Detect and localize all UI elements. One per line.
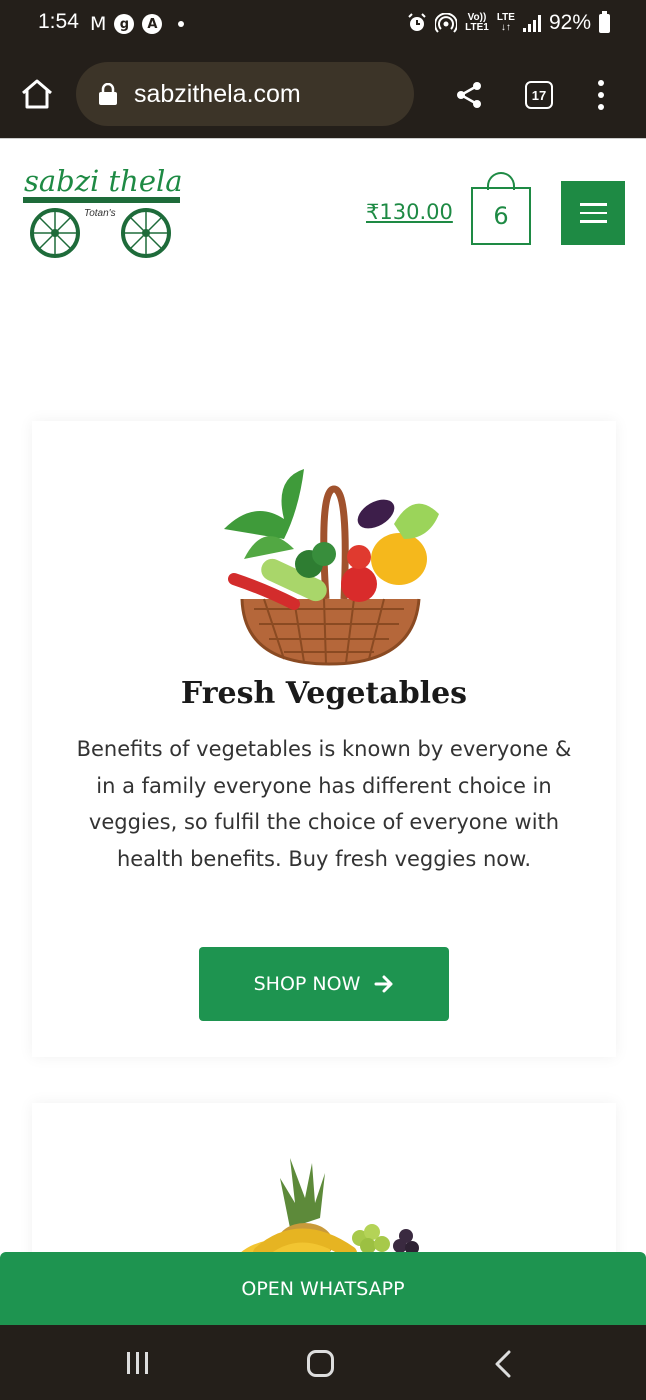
vegetable-basket-image: [224, 469, 439, 666]
more-options-icon[interactable]: [595, 80, 607, 110]
more-notifications-icon: [178, 21, 185, 27]
lte-indicator: LTE ↓↑: [496, 12, 515, 33]
cart-count: 6: [493, 202, 509, 230]
recent-apps-icon[interactable]: [127, 1352, 148, 1374]
hotspot-icon: [435, 13, 458, 33]
home-nav-icon[interactable]: [307, 1350, 334, 1377]
cart-button[interactable]: 6: [471, 187, 531, 245]
home-icon[interactable]: [20, 77, 54, 111]
card-description: Benefits of vegetables is known by every…: [76, 737, 572, 871]
sabzi-thela-logo[interactable]: sabzi thela Totan's: [20, 159, 185, 259]
tab-switcher-button[interactable]: 17: [525, 81, 553, 109]
arrow-right-icon: [374, 975, 393, 993]
svg-text:sabzi thela: sabzi thela: [24, 164, 183, 198]
shop-now-button[interactable]: SHOP NOW: [199, 947, 449, 1021]
status-time: 1:54: [38, 10, 79, 33]
notification-icons: M g A: [90, 13, 185, 35]
volte-indicator: Vo)) LTE1: [465, 12, 489, 33]
address-bar[interactable]: sabzithela.com: [76, 62, 414, 126]
system-navigation-bar: [0, 1325, 646, 1400]
hamburger-menu-button[interactable]: [561, 181, 625, 245]
signal-icon: [522, 14, 541, 32]
app-notification-icon: A: [142, 14, 163, 34]
google-news-icon: g: [114, 14, 135, 34]
open-whatsapp-button[interactable]: OPEN WHATSAPP: [0, 1252, 646, 1325]
url-text: sabzithela.com: [134, 79, 301, 108]
cart-total-link[interactable]: ₹130.00: [366, 200, 453, 224]
battery-percent: 92%: [548, 11, 591, 34]
svg-text:Totan's: Totan's: [84, 208, 116, 219]
back-icon[interactable]: [493, 1350, 513, 1378]
site-header: sabzi thela Totan's ₹130.00 6: [0, 138, 646, 268]
status-right: Vo)) LTE1 LTE ↓↑ 92%: [407, 10, 610, 35]
battery-icon: [599, 10, 610, 33]
browser-toolbar: sabzithela.com 17: [0, 50, 646, 138]
category-card-vegetables: Fresh Vegetables Benefits of vegetables …: [32, 421, 616, 1057]
gmail-icon: M: [90, 13, 107, 35]
card-title: Fresh Vegetables: [180, 676, 468, 711]
fruit-pile-image: [240, 1158, 419, 1258]
alarm-icon: [408, 13, 426, 31]
shop-now-label: SHOP NOW: [253, 973, 361, 995]
lock-icon: [99, 83, 117, 105]
share-icon[interactable]: [454, 80, 484, 110]
status-bar: 1:54 M g A Vo)) LTE1 LTE ↓↑ 92%: [0, 0, 646, 50]
